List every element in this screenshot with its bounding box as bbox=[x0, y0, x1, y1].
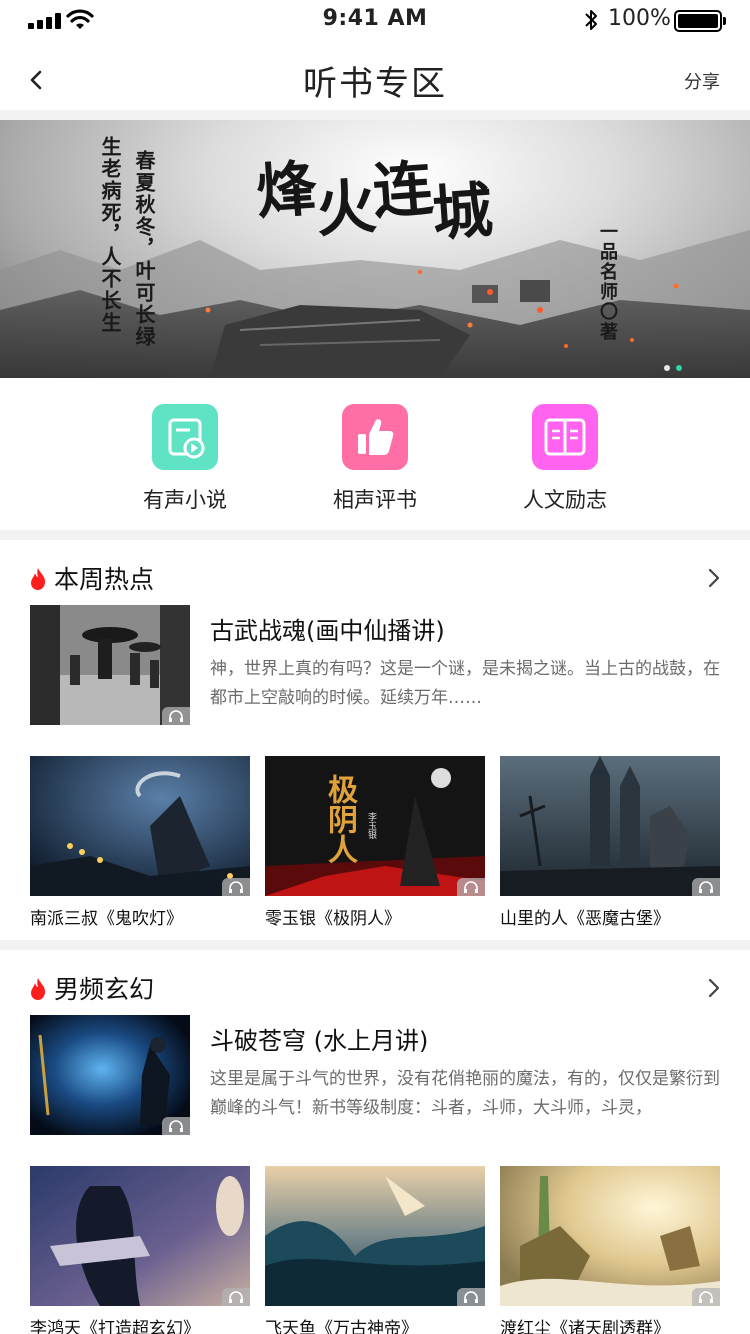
headphone-icon bbox=[692, 878, 720, 896]
chevron-right-icon[interactable] bbox=[708, 978, 720, 998]
divider bbox=[0, 110, 750, 120]
flame-icon bbox=[31, 978, 46, 1000]
book-cover bbox=[30, 756, 250, 896]
book-caption: 渡红尘《诸天剧透群》 bbox=[500, 1319, 670, 1334]
share-button[interactable]: 分享 bbox=[684, 68, 720, 94]
category-audio-novel[interactable]: 有声小说 bbox=[115, 404, 255, 514]
book-caption: 李鸿天《打造超玄幻》 bbox=[30, 1319, 200, 1334]
audio-novel-icon bbox=[152, 404, 218, 470]
featured-title: 斗破苍穹 (水上月讲) bbox=[210, 1027, 429, 1055]
cover-author: 李玉银 bbox=[366, 812, 376, 839]
status-bar: 9:41 AM 100% bbox=[0, 0, 750, 40]
featured-description: 这里是属于斗气的世界，没有花俏艳丽的魔法，有的，仅仅是繁衍到巅峰的斗气！新书等级… bbox=[210, 1069, 720, 1118]
book-cover: 极阴人 李玉银 bbox=[265, 756, 485, 896]
category-label: 人文励志 bbox=[523, 488, 607, 512]
category-crosstalk[interactable]: 相声评书 bbox=[305, 404, 445, 514]
featured-cover bbox=[30, 1015, 190, 1135]
thumbs-up-icon bbox=[342, 404, 408, 470]
book-card[interactable]: 山里的人《恶魔古堡》 bbox=[500, 756, 720, 929]
book-card[interactable]: 极阴人 李玉银 零玉银《极阴人》 bbox=[265, 756, 485, 929]
book-caption: 飞天鱼《万古神帝》 bbox=[265, 1319, 418, 1334]
book-cover bbox=[500, 756, 720, 896]
flame-icon bbox=[31, 568, 46, 590]
section-header-male-fantasy[interactable]: 男频玄幻 bbox=[0, 954, 750, 1016]
battery-icon bbox=[674, 10, 726, 32]
promo-banner[interactable]: 烽火连城 春夏秋冬，叶可长绿 生老病死，人不长生 一品名师〇著 bbox=[0, 120, 750, 378]
divider bbox=[0, 940, 750, 950]
featured-audiobook[interactable]: 古武战魂(画中仙播讲) 神，世界上真的有吗？这是一个谜，是未揭之谜。当上古的战鼓… bbox=[30, 605, 720, 727]
featured-description: 神，世界上真的有吗？这是一个谜，是未揭之谜。当上古的战鼓，在都市上空敲响的时候。… bbox=[210, 659, 720, 708]
book-cover bbox=[265, 1166, 485, 1306]
book-caption: 山里的人《恶魔古堡》 bbox=[500, 909, 670, 929]
book-cover bbox=[500, 1166, 720, 1306]
banner-title: 烽火连城 bbox=[254, 154, 493, 250]
headphone-icon bbox=[222, 1288, 250, 1306]
category-label: 有声小说 bbox=[143, 488, 227, 512]
book-card-row: 李鸿天《打造超玄幻》 飞天鱼《万古神帝》 渡红尘《诸天剧透群》 bbox=[30, 1166, 720, 1334]
section-title: 本周热点 bbox=[54, 565, 155, 594]
banner-poem-line: 生老病死，人不长生 bbox=[98, 136, 122, 334]
banner-author: 一品名师〇著 bbox=[597, 222, 618, 342]
featured-title: 古武战魂(画中仙播讲) bbox=[210, 617, 445, 645]
headphone-icon bbox=[162, 1117, 190, 1135]
chevron-right-icon[interactable] bbox=[708, 568, 720, 588]
headphone-icon bbox=[162, 707, 190, 725]
navigation-bar: 听书专区 分享 bbox=[0, 40, 750, 120]
cover-title: 极阴人 bbox=[322, 774, 357, 864]
book-caption: 零玉银《极阴人》 bbox=[265, 909, 401, 929]
featured-cover bbox=[30, 605, 190, 725]
headphone-icon bbox=[457, 878, 485, 896]
headphone-icon bbox=[222, 878, 250, 896]
category-row: 有声小说 相声评书 人文励志 bbox=[0, 378, 750, 530]
page-title: 听书专区 bbox=[303, 64, 447, 104]
category-label: 相声评书 bbox=[333, 488, 417, 512]
divider bbox=[0, 530, 750, 540]
banner-poem-line: 春夏秋冬，叶可长绿 bbox=[132, 150, 156, 348]
book-caption: 南派三叔《鬼吹灯》 bbox=[30, 909, 183, 929]
book-card[interactable]: 李鸿天《打造超玄幻》 bbox=[30, 1166, 250, 1334]
book-cover bbox=[30, 1166, 250, 1306]
book-card[interactable]: 南派三叔《鬼吹灯》 bbox=[30, 756, 250, 929]
book-card-row: 南派三叔《鬼吹灯》 极阴人 李玉银 零玉银《极阴人》 山里的人《恶魔古堡》 bbox=[30, 756, 720, 936]
bluetooth-icon bbox=[585, 10, 597, 30]
section-header-weekly-hot[interactable]: 本周热点 bbox=[0, 544, 750, 606]
category-inspirational[interactable]: 人文励志 bbox=[495, 404, 635, 514]
battery-percentage: 100% bbox=[608, 6, 671, 31]
book-card[interactable]: 渡红尘《诸天剧透群》 bbox=[500, 1166, 720, 1334]
section-title: 男频玄幻 bbox=[54, 975, 155, 1004]
book-card[interactable]: 飞天鱼《万古神帝》 bbox=[265, 1166, 485, 1334]
headphone-icon bbox=[457, 1288, 485, 1306]
carousel-dots[interactable] bbox=[664, 356, 688, 375]
headphone-icon bbox=[692, 1288, 720, 1306]
open-book-icon bbox=[532, 404, 598, 470]
featured-audiobook[interactable]: 斗破苍穹 (水上月讲) 这里是属于斗气的世界，没有花俏艳丽的魔法，有的，仅仅是繁… bbox=[30, 1015, 720, 1137]
